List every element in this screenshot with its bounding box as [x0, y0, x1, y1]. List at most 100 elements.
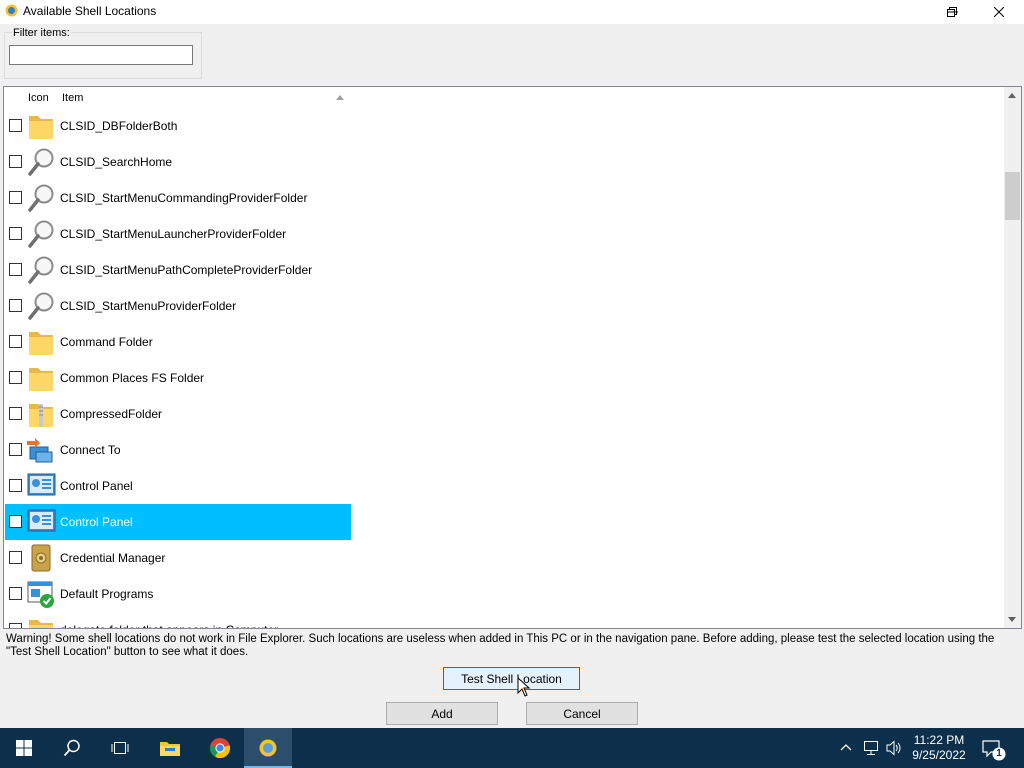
search-icon	[63, 739, 80, 757]
item-checkbox[interactable]	[9, 443, 22, 456]
item-label: Default Programs	[60, 587, 154, 601]
list-item[interactable]: Connect To	[5, 432, 351, 468]
folder-icon	[29, 368, 53, 391]
item-checkbox[interactable]	[9, 299, 22, 312]
list-item[interactable]: CLSID_StartMenuProviderFolder	[5, 288, 351, 324]
taskbar: 1	[0, 728, 1024, 768]
chrome-icon	[209, 738, 231, 759]
vertical-scrollbar[interactable]	[1004, 87, 1021, 628]
item-checkbox[interactable]	[9, 119, 22, 132]
test-shell-location-button[interactable]: Test Shell Location	[443, 667, 580, 690]
task-view-button[interactable]	[96, 728, 144, 768]
default-programs-icon	[27, 581, 54, 608]
clock-time: 11:22 PM	[913, 733, 965, 747]
item-label: Command Folder	[60, 335, 153, 349]
folder-icon	[29, 332, 53, 355]
add-button[interactable]: Add	[386, 702, 498, 725]
column-header-item[interactable]: Item	[62, 92, 83, 104]
windows-start-icon	[16, 740, 32, 756]
item-checkbox[interactable]	[9, 407, 22, 420]
close-button[interactable]	[976, 0, 1022, 24]
item-checkbox[interactable]	[9, 227, 22, 240]
list-item[interactable]: Common Places FS Folder	[5, 360, 351, 396]
item-checkbox[interactable]	[9, 623, 22, 628]
list-item[interactable]: CLSID_StartMenuLauncherProviderFolder	[5, 216, 351, 252]
item-label: CompressedFolder	[60, 407, 163, 421]
item-label: CLSID_StartMenuProviderFolder	[60, 299, 237, 313]
list-item[interactable]: CLSID_DBFolderBoth	[5, 108, 351, 144]
list-item[interactable]: CLSID_StartMenuCommandingProviderFolder	[5, 180, 351, 216]
dialog-window: Available Shell Locations Filter items: …	[0, 0, 1024, 728]
scroll-down-icon[interactable]	[1008, 617, 1016, 622]
item-label: CLSID_StartMenuPathCompleteProviderFolde…	[60, 263, 313, 277]
title-bar[interactable]: Available Shell Locations	[0, 0, 1024, 24]
control-panel-icon	[27, 509, 56, 532]
folder-icon	[29, 620, 53, 628]
item-checkbox[interactable]	[9, 479, 22, 492]
item-checkbox[interactable]	[9, 155, 22, 168]
window-title: Available Shell Locations	[23, 4, 157, 18]
item-checkbox[interactable]	[9, 335, 22, 348]
windows-start-button[interactable]	[0, 728, 48, 768]
warning-text: Warning! Some shell locations do not wor…	[6, 633, 995, 658]
notification-count: 1	[996, 748, 1002, 759]
shell-locations-list[interactable]: Icon Item CLSID_DBFolderBoth CLSID_Search…	[3, 86, 1022, 629]
scroll-thumb[interactable]	[1005, 172, 1020, 220]
list-item[interactable]: CLSID_SearchHome	[5, 144, 351, 180]
list-item[interactable]: Command Folder	[5, 324, 351, 360]
control-panel-icon	[27, 473, 56, 496]
column-header-icon[interactable]: Icon	[28, 92, 49, 104]
chrome-button[interactable]	[196, 728, 244, 768]
connect-to-icon	[27, 438, 53, 463]
list-item[interactable]: Credential Manager	[5, 540, 351, 576]
item-label: CLSID_SearchHome	[60, 155, 173, 169]
list-item[interactable]: CompressedFolder	[5, 396, 351, 432]
item-label: CLSID_StartMenuCommandingProviderFolder	[60, 191, 308, 205]
item-label: CLSID_DBFolderBoth	[60, 119, 178, 133]
item-label: Common Places FS Folder	[60, 371, 205, 385]
list-item[interactable]: Control Panel	[5, 468, 351, 504]
list-item[interactable]: CLSID_StartMenuPathCompleteProviderFolde…	[5, 252, 351, 288]
search-magnifier-icon	[28, 220, 54, 248]
file-explorer-button[interactable]	[146, 728, 194, 768]
folder-icon	[29, 116, 53, 139]
winaero-tweaker-icon	[259, 739, 277, 757]
network-icon[interactable]	[862, 740, 880, 756]
search-button[interactable]	[48, 728, 96, 768]
cancel-button[interactable]: Cancel	[526, 702, 638, 725]
filter-input[interactable]	[9, 45, 193, 65]
list-item[interactable]: Control Panel	[5, 504, 351, 540]
mouse-cursor-icon	[517, 677, 531, 697]
scroll-up-icon[interactable]	[1008, 93, 1016, 98]
list-item[interactable]: Default Programs	[5, 576, 351, 612]
item-label: delegate folder that appears in Computer	[60, 623, 278, 628]
zip-folder-icon	[29, 404, 53, 427]
item-label: Control Panel	[60, 515, 133, 529]
volume-icon[interactable]	[886, 740, 902, 756]
list-item[interactable]: delegate folder that appears in Computer	[5, 612, 351, 628]
item-checkbox[interactable]	[9, 587, 22, 600]
item-checkbox[interactable]	[9, 191, 22, 204]
item-label: Control Panel	[60, 479, 133, 493]
task-view-icon	[111, 742, 129, 754]
item-checkbox[interactable]	[9, 551, 22, 564]
item-checkbox[interactable]	[9, 263, 22, 276]
clock[interactable]: 11:22 PM 9/25/2022	[906, 733, 972, 763]
item-label: Credential Manager	[60, 551, 166, 565]
chevron-up-icon[interactable]	[840, 743, 852, 751]
search-magnifier-icon	[28, 256, 54, 284]
file-explorer-icon	[160, 742, 180, 756]
close-icon	[994, 7, 1004, 17]
app-icon	[5, 4, 18, 17]
sort-ascending-icon	[336, 95, 344, 100]
search-magnifier-icon	[28, 184, 54, 212]
filter-label: Filter items:	[12, 27, 71, 39]
item-label: Connect To	[60, 443, 121, 457]
restore-icon	[947, 7, 957, 17]
winaero-tweaker-button[interactable]	[244, 728, 292, 768]
item-checkbox[interactable]	[9, 371, 22, 384]
search-magnifier-icon	[28, 292, 54, 320]
clock-date: 9/25/2022	[912, 748, 966, 762]
item-checkbox[interactable]	[9, 515, 22, 528]
restore-button[interactable]	[929, 0, 975, 24]
